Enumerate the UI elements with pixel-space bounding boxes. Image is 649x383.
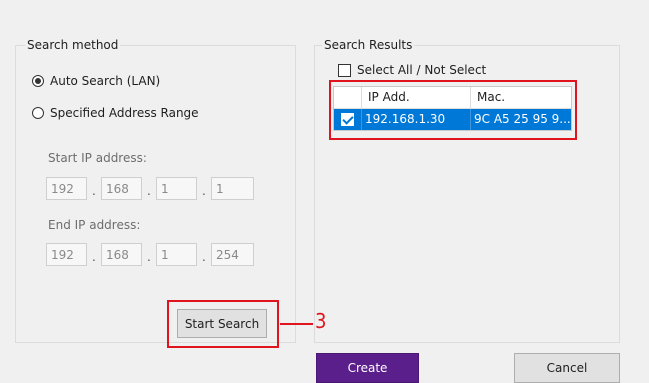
table-row[interactable]: 192.168.1.30 9C A5 25 95 9... (334, 109, 571, 130)
radio-range-indicator[interactable] (32, 107, 44, 119)
start-search-button[interactable]: Start Search (177, 309, 267, 338)
start-ip-octet-4[interactable] (211, 177, 254, 200)
end-ip-octet-2[interactable] (101, 243, 142, 266)
header-mac[interactable]: Mac. (471, 87, 571, 108)
radio-auto-indicator[interactable] (32, 75, 44, 87)
start-ip-dot-2: . (147, 184, 151, 198)
cancel-button[interactable]: Cancel (514, 353, 620, 383)
radio-range-label: Specified Address Range (50, 106, 199, 120)
results-table: IP Add. Mac. 192.168.1.30 9C A5 25 95 9.… (333, 86, 572, 131)
start-ip-octet-1[interactable] (46, 177, 87, 200)
radio-auto-search[interactable]: Auto Search (LAN) (32, 74, 160, 88)
row-ip: 192.168.1.30 (362, 109, 471, 130)
row-checkbox-cell[interactable] (334, 109, 362, 130)
results-table-header: IP Add. Mac. (334, 87, 571, 109)
end-ip-dot-2: . (147, 250, 151, 264)
callout-line (280, 323, 313, 325)
header-ip[interactable]: IP Add. (362, 87, 471, 108)
start-ip-octet-3[interactable] (156, 177, 197, 200)
end-ip-octet-1[interactable] (46, 243, 87, 266)
end-ip-dot-3: . (202, 250, 206, 264)
search-results-legend: Search Results (322, 38, 415, 52)
start-ip-dot-3: . (202, 184, 206, 198)
search-method-legend: Search method (25, 38, 121, 52)
select-all-label: Select All / Not Select (357, 63, 487, 77)
end-ip-octet-3[interactable] (156, 243, 197, 266)
start-ip-label: Start IP address: (48, 151, 147, 165)
row-checkbox[interactable] (341, 113, 354, 126)
start-ip-dot-1: . (92, 184, 96, 198)
end-ip-octet-4[interactable] (211, 243, 254, 266)
radio-specified-range[interactable]: Specified Address Range (32, 106, 199, 120)
start-ip-octet-2[interactable] (101, 177, 142, 200)
select-all-row[interactable]: Select All / Not Select (338, 63, 486, 77)
end-ip-dot-1: . (92, 250, 96, 264)
radio-auto-label: Auto Search (LAN) (50, 74, 161, 88)
select-all-checkbox[interactable] (338, 63, 351, 77)
header-check-column (334, 87, 362, 108)
row-mac: 9C A5 25 95 9... (474, 112, 571, 126)
create-button[interactable]: Create (316, 353, 419, 383)
end-ip-label: End IP address: (48, 218, 141, 232)
